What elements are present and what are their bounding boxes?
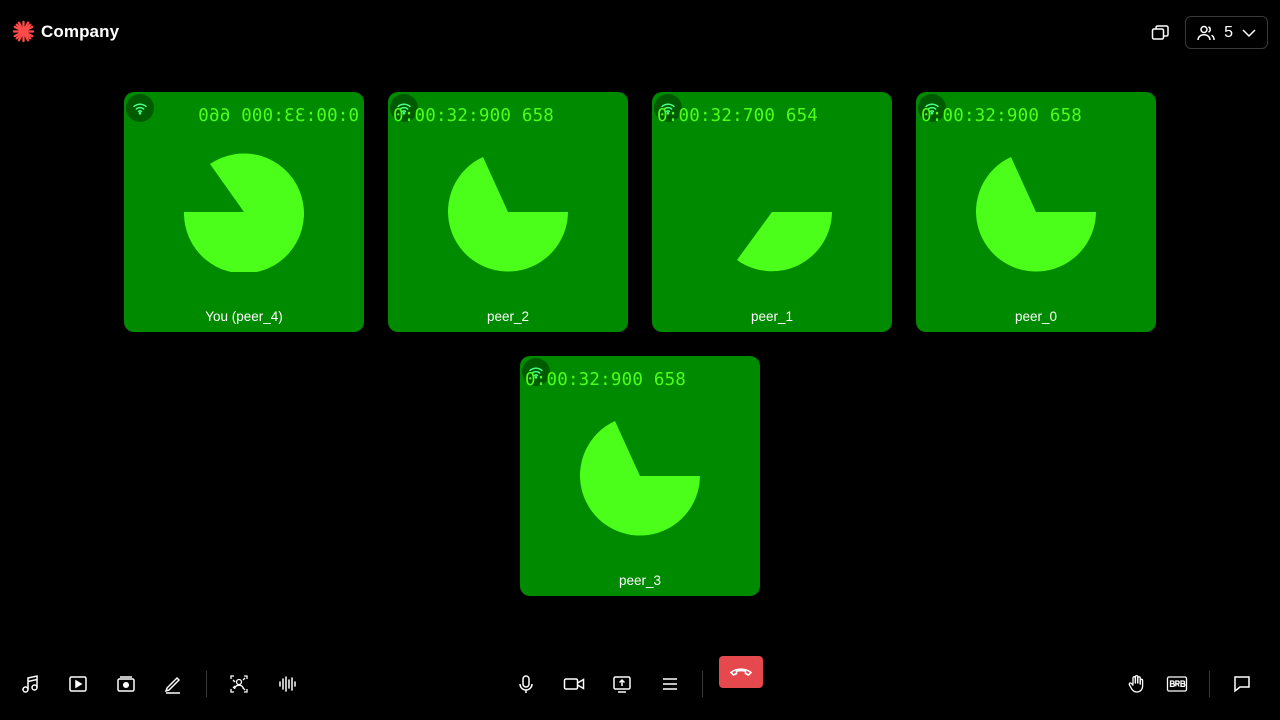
noise-suppression-button[interactable] (271, 668, 303, 700)
media-library-icon (117, 676, 135, 692)
video-tile[interactable]: 0:00:32:700 654 peer_1 (652, 92, 892, 332)
music-icon (22, 675, 38, 693)
screen-share-button[interactable] (606, 668, 638, 700)
background-effects-icon (230, 675, 248, 693)
tile-name: peer_2 (486, 309, 530, 324)
tile-name: You (peer_4) (205, 309, 283, 324)
chat-button[interactable] (1226, 668, 1258, 700)
toolbar-divider (702, 671, 703, 697)
chat-icon (1234, 676, 1250, 693)
company-logo-icon (12, 20, 35, 43)
test-pattern-pie (976, 157, 1096, 272)
chevron-down-icon (1242, 28, 1256, 37)
camera-button[interactable] (558, 668, 590, 700)
microphone-icon (519, 675, 533, 693)
network-status (126, 94, 154, 122)
toolbar-divider (1209, 671, 1210, 697)
participants-button[interactable]: 5 (1185, 16, 1268, 49)
brb-button[interactable] (1161, 668, 1193, 700)
tile-name: peer_0 (1014, 309, 1058, 324)
pip-window-icon (1151, 24, 1169, 40)
tile-timestamp: 0:00:32:900 658 (525, 370, 687, 390)
tile-timestamp: 0:00:33:000 660 (197, 106, 359, 126)
participants-icon (1197, 25, 1215, 40)
pip-button[interactable] (1145, 18, 1175, 48)
control-bar (0, 640, 1280, 720)
media-library-button[interactable] (110, 668, 142, 700)
test-pattern-pie (448, 157, 568, 272)
test-pattern-pie (184, 153, 304, 272)
tile-timestamp: 0:00:32:700 654 (657, 106, 819, 126)
tile-name: peer_3 (618, 573, 662, 588)
participant-count: 5 (1224, 23, 1233, 41)
video-play-button[interactable] (62, 668, 94, 700)
tile-timestamp: 0:00:32:900 658 (393, 106, 555, 126)
test-pattern-pie (580, 421, 700, 536)
test-pattern-pie (737, 212, 832, 272)
tile-timestamp: 0:00:32:900 658 (921, 106, 1083, 126)
end-call-button[interactable] (719, 656, 763, 688)
background-effects-button[interactable] (223, 668, 255, 700)
tile-name: peer_1 (750, 309, 794, 324)
whiteboard-button[interactable] (157, 668, 189, 700)
camera-icon (563, 678, 585, 690)
toolbar-divider (206, 671, 207, 697)
screen-share-icon (613, 676, 631, 693)
audio-waveform-icon (279, 676, 296, 692)
header: Company 5 (0, 0, 1280, 64)
brand: Company (12, 20, 119, 43)
video-play-icon (69, 676, 87, 692)
pen-icon (164, 676, 181, 694)
end-call-icon (729, 668, 753, 676)
brand-name: Company (41, 21, 120, 41)
raise-hand-button[interactable] (1120, 668, 1152, 700)
video-tile[interactable]: 0:00:33:000 660 You (peer_4) (124, 92, 364, 332)
video-tile[interactable]: 0:00:32:900 658 peer_0 (916, 92, 1156, 332)
video-tile[interactable]: 0:00:32:900 658 peer_3 (520, 356, 760, 596)
more-menu-button[interactable] (654, 668, 686, 700)
music-button[interactable] (14, 668, 46, 700)
raise-hand-icon (1128, 675, 1144, 693)
microphone-button[interactable] (510, 668, 542, 700)
header-actions: 5 (1145, 16, 1268, 49)
menu-icon (663, 678, 677, 690)
video-tile[interactable]: 0:00:32:900 658 peer_2 (388, 92, 628, 332)
wifi-icon (133, 103, 147, 115)
brb-icon (1166, 676, 1188, 692)
